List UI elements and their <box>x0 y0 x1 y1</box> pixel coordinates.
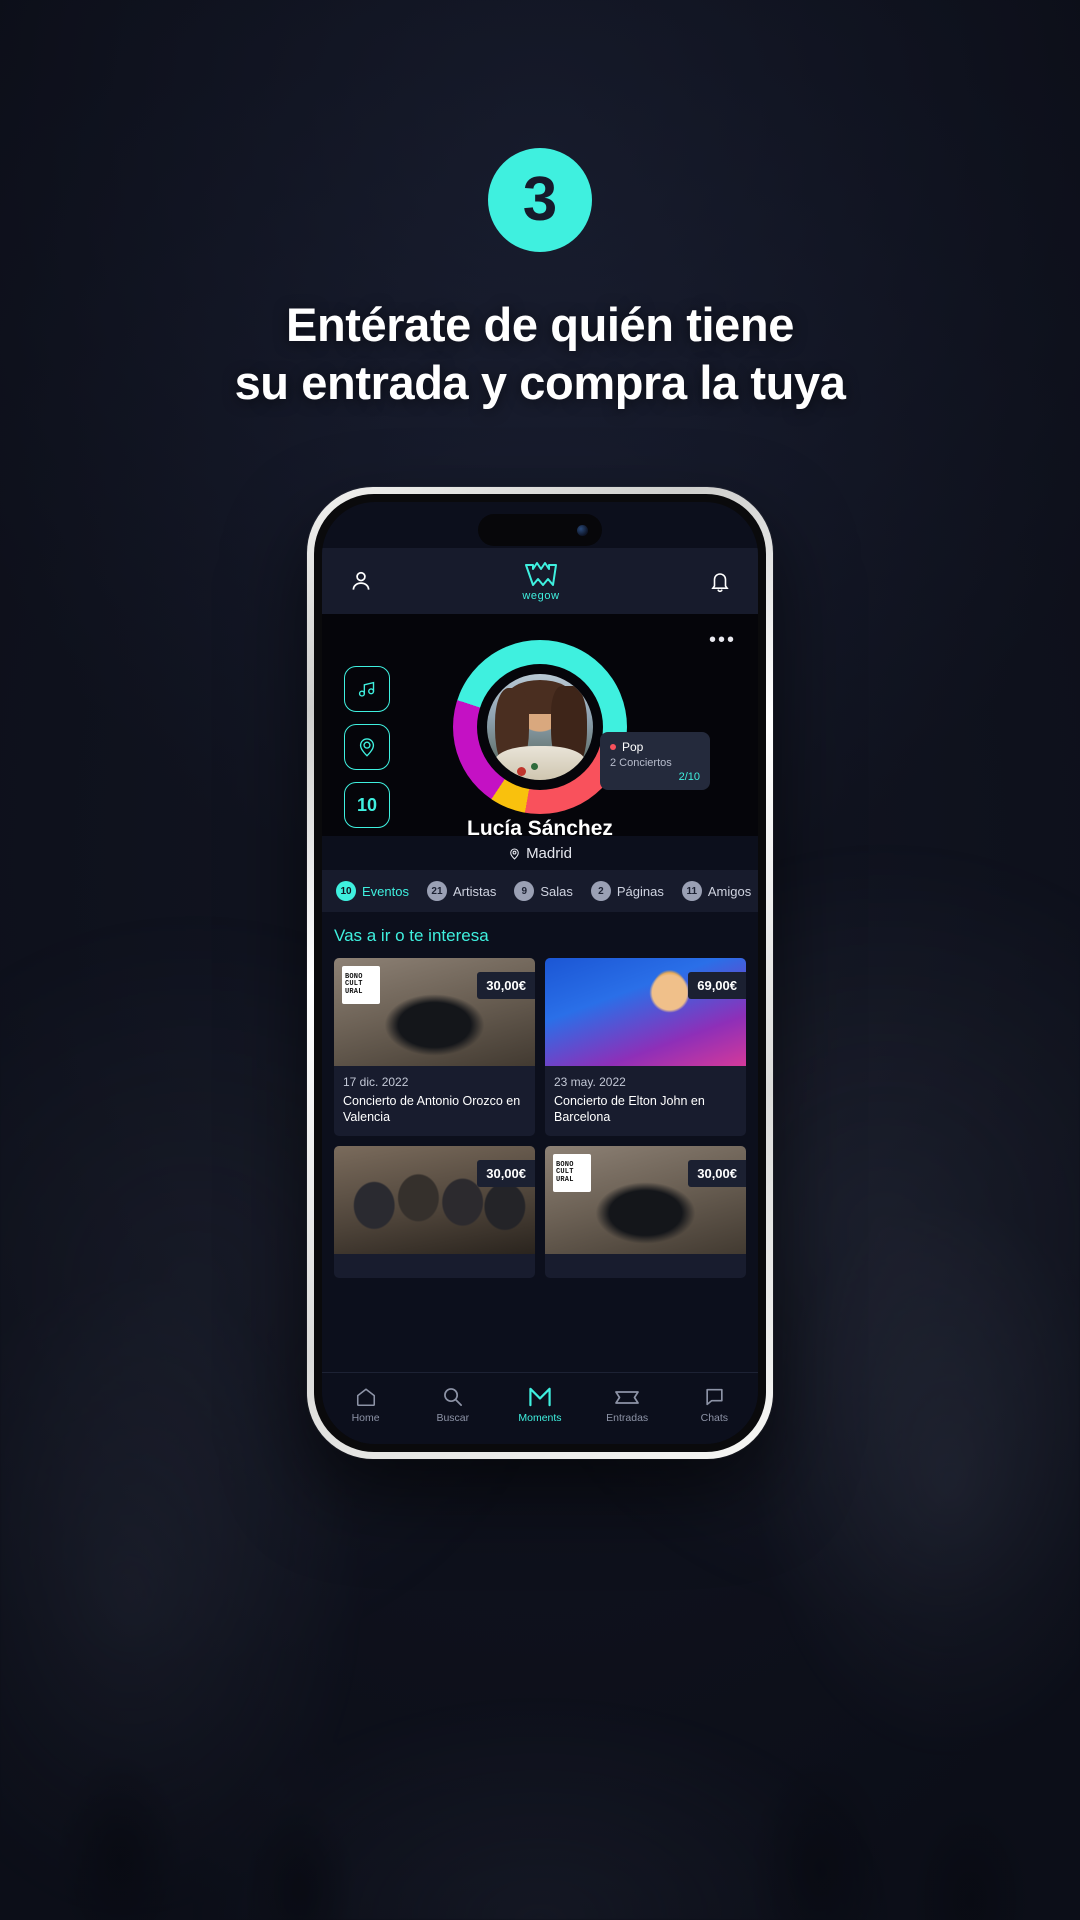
nav-label-buscar: Buscar <box>436 1411 470 1424</box>
avatar[interactable] <box>487 674 593 780</box>
phone-mockup: wegow ••• 10 Pop 2 Conciertos 2/10 Lucía… <box>307 487 773 1459</box>
event-card-body <box>334 1254 535 1278</box>
nav-label-entradas: Entradas <box>606 1411 649 1424</box>
event-date: 23 may. 2022 <box>554 1075 626 1089</box>
event-card[interactable]: 69,00€ 23 may. 2022 Concierto de Elton J… <box>545 958 746 1136</box>
nav-label-home: Home <box>351 1411 380 1424</box>
chat-icon <box>703 1384 726 1408</box>
event-card-body: 17 dic. 2022 Concierto de Antonio Orozco… <box>334 1066 535 1136</box>
tab-artistas-label: Artistas <box>452 883 497 899</box>
tab-eventos[interactable]: 10 Eventos <box>336 881 409 901</box>
avatar-pattern-1 <box>517 767 526 776</box>
wegow-wordmark: wegow <box>522 589 560 602</box>
tooltip-header: Pop <box>610 740 700 754</box>
donut-hole <box>477 664 603 790</box>
home-icon <box>354 1384 378 1408</box>
tab-salas-label: Salas <box>540 883 573 899</box>
nav-item-moments[interactable]: Moments <box>504 1384 576 1424</box>
event-card[interactable]: 30,00€ <box>334 1146 535 1278</box>
event-date: 17 dic. 2022 <box>343 1075 409 1089</box>
headline-line-1: Entérate de quién tiene <box>286 298 794 351</box>
feed-section-title: Vas a ir o te interesa <box>334 926 489 945</box>
genre-donut-chart[interactable] <box>453 640 627 814</box>
tooltip-genre-label: Pop <box>622 740 644 754</box>
tab-eventos-label: Eventos <box>362 883 409 899</box>
event-image: BONO CULT URAL 30,00€ <box>334 958 535 1066</box>
tab-amigos-label: Amigos <box>707 883 752 899</box>
event-card[interactable]: BONO CULT URAL 30,00€ <box>545 1146 746 1278</box>
ticket-icon <box>614 1384 640 1408</box>
step-number-badge: 3 <box>488 148 592 252</box>
bono-cultural-badge: BONO CULT URAL <box>342 966 380 1004</box>
profile-name: Lucía Sánchez <box>467 817 613 840</box>
event-price: 30,00€ <box>688 1160 746 1187</box>
event-title: Concierto de Antonio Orozco en Valencia <box>343 1094 521 1124</box>
profile-tabs[interactable]: 10 Eventos 21 Artistas 9 Salas 2 Páginas… <box>322 870 758 912</box>
tab-paginas-count: 2 <box>590 881 611 901</box>
phone-screen: wegow ••• 10 Pop 2 Conciertos 2/10 Lucía… <box>322 502 758 1444</box>
tab-artistas-count: 21 <box>426 881 447 901</box>
nav-item-home[interactable]: Home <box>330 1384 402 1424</box>
event-image: BONO CULT URAL 30,00€ <box>545 1146 746 1254</box>
profile-section: ••• 10 Pop 2 Conciertos 2/10 Lucía Sánch… <box>322 614 758 862</box>
tab-eventos-count: 10 <box>336 881 356 901</box>
profile-side-badges: 10 <box>344 666 390 828</box>
location-pin-icon[interactable] <box>344 724 390 770</box>
profile-city-label: Madrid <box>526 845 572 862</box>
bell-icon[interactable] <box>708 569 732 593</box>
tab-paginas-label: Páginas <box>616 883 664 899</box>
events-feed: Vas a ir o te interesa BONO CULT URAL 30… <box>322 912 758 1372</box>
headline-line-2: su entrada y compra la tuya <box>234 356 846 410</box>
profile-icon[interactable] <box>348 568 374 594</box>
more-options-button[interactable]: ••• <box>709 630 736 650</box>
avatar-pattern-2 <box>531 763 538 770</box>
event-card-grid: BONO CULT URAL 30,00€ 17 dic. 2022 Conci… <box>334 958 746 1278</box>
nav-item-entradas[interactable]: Entradas <box>591 1384 663 1424</box>
step-number-text: 3 <box>522 165 558 234</box>
bono-line-3: URAL <box>556 1175 574 1184</box>
event-image: 30,00€ <box>334 1146 535 1254</box>
promo-headline: Entérate de quién tiene su entrada y com… <box>0 296 1080 413</box>
event-price: 69,00€ <box>688 972 746 999</box>
event-title: Concierto de Elton John en Barcelona <box>554 1094 705 1124</box>
bottom-navigation[interactable]: Home Buscar Moments Entradas Chats <box>322 1372 758 1444</box>
tooltip-color-dot <box>610 744 616 750</box>
front-camera-icon <box>577 524 588 536</box>
event-card-body: 23 may. 2022 Concierto de Elton John en … <box>545 1066 746 1136</box>
nav-label-moments: Moments <box>518 1411 562 1424</box>
tab-salas[interactable]: 9 Salas <box>514 881 573 901</box>
bono-line-3: URAL <box>345 987 363 996</box>
moments-icon <box>527 1384 553 1408</box>
event-image: 69,00€ <box>545 958 746 1066</box>
phone-notch <box>478 514 602 546</box>
wegow-logo[interactable]: wegow <box>522 561 559 602</box>
donut-ring <box>453 640 627 814</box>
phone-bezel: wegow ••• 10 Pop 2 Conciertos 2/10 Lucía… <box>314 494 766 1452</box>
tab-amigos[interactable]: 11 Amigos <box>681 881 752 901</box>
event-price: 30,00€ <box>477 972 535 999</box>
event-price: 30,00€ <box>477 1160 535 1187</box>
avatar-shirt <box>495 746 585 780</box>
genre-tooltip: Pop 2 Conciertos 2/10 <box>600 732 710 790</box>
music-note-icon[interactable] <box>344 666 390 712</box>
app-header: wegow <box>322 548 758 614</box>
nav-item-buscar[interactable]: Buscar <box>417 1384 489 1424</box>
event-card[interactable]: BONO CULT URAL 30,00€ 17 dic. 2022 Conci… <box>334 958 535 1136</box>
profile-city: Madrid <box>322 845 758 862</box>
nav-label-chats: Chats <box>700 1411 729 1424</box>
bono-cultural-badge: BONO CULT URAL <box>553 1154 591 1192</box>
tab-paginas[interactable]: 2 Páginas <box>590 881 664 901</box>
tab-amigos-count: 11 <box>681 881 702 901</box>
tooltip-ratio-label: 2/10 <box>678 771 700 783</box>
event-card-body <box>545 1254 746 1278</box>
tab-artistas[interactable]: 21 Artistas <box>426 881 497 901</box>
tab-salas-count: 9 <box>514 881 535 901</box>
tooltip-concerts-label: 2 Conciertos <box>610 757 672 769</box>
search-icon <box>441 1384 464 1408</box>
nav-item-chats[interactable]: Chats <box>678 1384 750 1424</box>
city-pin-icon <box>508 846 521 861</box>
